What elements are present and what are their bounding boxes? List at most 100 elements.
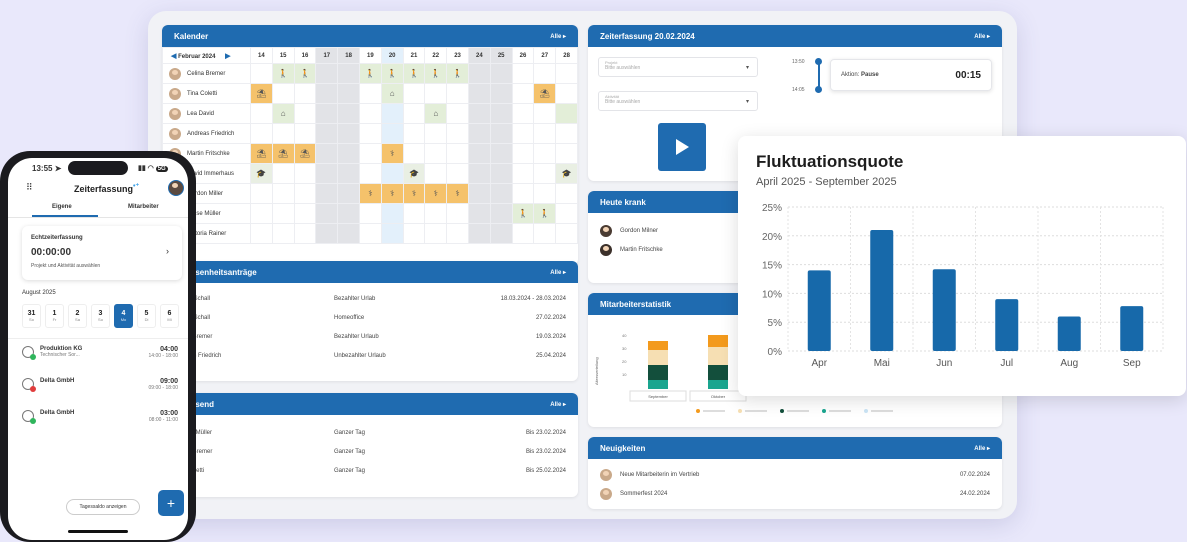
calendar-cell[interactable] <box>293 103 317 124</box>
calendar-alle-link[interactable]: Alle ▸ <box>550 33 566 40</box>
calendar-cell[interactable] <box>467 123 491 144</box>
aktivitaet-select[interactable]: Aktivität Bitte auswählen ▾ <box>598 91 758 111</box>
bar-aug[interactable] <box>1057 316 1081 351</box>
calendar-cell[interactable] <box>446 143 469 164</box>
calendar-cell[interactable] <box>358 83 382 104</box>
calendar-cell[interactable]: ⚕ <box>446 183 469 204</box>
calendar-cell[interactable]: ⌂ <box>380 83 404 104</box>
calendar-cell[interactable] <box>380 203 404 224</box>
employee-cell[interactable]: Celina Bremer <box>162 63 251 84</box>
calendar-cell[interactable] <box>424 163 448 184</box>
calendar-cell[interactable] <box>337 143 360 164</box>
calendar-cell[interactable] <box>511 123 535 144</box>
calendar-cell[interactable] <box>293 183 317 204</box>
calendar-cell[interactable]: ⛱ <box>250 83 273 104</box>
calendar-cell[interactable] <box>511 83 535 104</box>
calendar-cell[interactable] <box>424 203 448 224</box>
calendar-cell[interactable] <box>467 163 491 184</box>
calendar-cell[interactable] <box>250 123 273 144</box>
day-chip[interactable]: 4 Mo <box>114 304 133 328</box>
calendar-cell[interactable] <box>315 123 339 144</box>
calendar-cell[interactable] <box>271 183 295 204</box>
month-nav[interactable]: ◀ Februar 2024 ▶ <box>162 47 251 64</box>
calendar-cell[interactable] <box>555 123 578 144</box>
calendar-cell[interactable]: ⌂ <box>424 103 448 124</box>
profile-avatar[interactable] <box>168 180 184 196</box>
calendar-cell[interactable] <box>446 123 469 144</box>
calendar-cell[interactable]: 🚶 <box>358 63 382 84</box>
calendar-cell[interactable]: ⛱ <box>250 143 273 164</box>
absent-row[interactable]: Gordon Müller Ganzer Tag Bis 23.02.2024 <box>162 423 578 442</box>
calendar-cell[interactable] <box>533 163 557 184</box>
tab-mitarbeiter[interactable]: Mitarbeiter <box>128 204 159 210</box>
calendar-cell[interactable]: ⌂ <box>271 103 295 124</box>
calendar-cell[interactable] <box>315 83 339 104</box>
calendar-cell[interactable] <box>489 203 513 224</box>
calendar-cell[interactable] <box>358 123 382 144</box>
calendar-cell[interactable] <box>315 203 339 224</box>
employee-cell[interactable]: Lea David <box>162 103 251 124</box>
calendar-cell[interactable] <box>380 103 404 124</box>
calendar-cell[interactable] <box>511 183 535 204</box>
absent-row[interactable]: Celina Bremer Ganzer Tag Bis 23.02.2024 <box>162 442 578 461</box>
calendar-cell[interactable] <box>250 63 273 84</box>
calendar-cell[interactable] <box>358 223 382 244</box>
projekt-select[interactable]: Projekt Bitte auswählen ▾ <box>598 57 758 77</box>
bar-apr[interactable] <box>807 270 831 351</box>
calendar-cell[interactable] <box>424 223 448 244</box>
calendar-cell[interactable] <box>380 163 404 184</box>
calendar-cell[interactable] <box>402 223 426 244</box>
calendar-cell[interactable] <box>380 123 404 144</box>
calendar-cell[interactable]: ⛱ <box>533 83 557 104</box>
calendar-cell[interactable] <box>446 83 469 104</box>
calendar-cell[interactable] <box>293 203 317 224</box>
calendar-cell[interactable] <box>489 123 513 144</box>
calendar-cell[interactable] <box>337 163 360 184</box>
calendar-cell[interactable] <box>555 223 578 244</box>
calendar-cell[interactable] <box>402 103 426 124</box>
calendar-cell[interactable] <box>271 223 295 244</box>
calendar-cell[interactable] <box>446 103 469 124</box>
calendar-cell[interactable] <box>555 183 578 204</box>
employee-cell[interactable]: Andreas Friedrich <box>162 123 251 144</box>
absence-requests-alle-link[interactable]: Alle ▸ <box>550 269 566 276</box>
calendar-cell[interactable] <box>402 83 426 104</box>
calendar-cell[interactable] <box>402 143 426 164</box>
calendar-cell[interactable] <box>533 183 557 204</box>
prev-month-icon[interactable]: ◀ <box>171 53 176 60</box>
calendar-cell[interactable] <box>293 163 317 184</box>
calendar-cell[interactable] <box>337 223 360 244</box>
calendar-cell[interactable] <box>250 203 273 224</box>
calendar-cell[interactable] <box>489 63 513 84</box>
calendar-cell[interactable] <box>467 63 491 84</box>
calendar-cell[interactable] <box>424 143 448 164</box>
calendar-cell[interactable] <box>315 143 339 164</box>
calendar-cell[interactable] <box>467 183 491 204</box>
news-alle-link[interactable]: Alle ▸ <box>974 445 990 452</box>
calendar-cell[interactable]: 🚶 <box>424 63 448 84</box>
add-fab-button[interactable]: + <box>158 490 184 516</box>
bar-sep[interactable] <box>1120 306 1144 351</box>
calendar-cell[interactable]: ⛱ <box>293 143 317 164</box>
calendar-cell[interactable] <box>271 123 295 144</box>
calendar-cell[interactable] <box>271 163 295 184</box>
calendar-cell[interactable] <box>533 143 557 164</box>
calendar-cell[interactable] <box>511 223 535 244</box>
calendar-cell[interactable] <box>511 163 535 184</box>
calendar-cell[interactable] <box>555 143 578 164</box>
calendar-cell[interactable]: 🚶 <box>533 203 557 224</box>
calendar-cell[interactable] <box>489 83 513 104</box>
calendar-cell[interactable] <box>533 63 557 84</box>
calendar-cell[interactable] <box>250 183 273 204</box>
tagessaldo-button[interactable]: Tagessaldo anzeigen <box>66 499 140 515</box>
play-button[interactable] <box>658 123 706 171</box>
calendar-cell[interactable]: 🚶 <box>402 63 426 84</box>
calendar-cell[interactable] <box>293 83 317 104</box>
calendar-cell[interactable] <box>511 143 535 164</box>
calendar-cell[interactable]: 🚶 <box>380 63 404 84</box>
calendar-cell[interactable] <box>315 223 339 244</box>
time-entry[interactable]: Delta GmbH 09:00 09:00 - 18:00 <box>14 378 186 410</box>
calendar-cell[interactable] <box>315 163 339 184</box>
calendar-cell[interactable]: ⚕ <box>380 183 404 204</box>
calendar-cell[interactable] <box>402 203 426 224</box>
